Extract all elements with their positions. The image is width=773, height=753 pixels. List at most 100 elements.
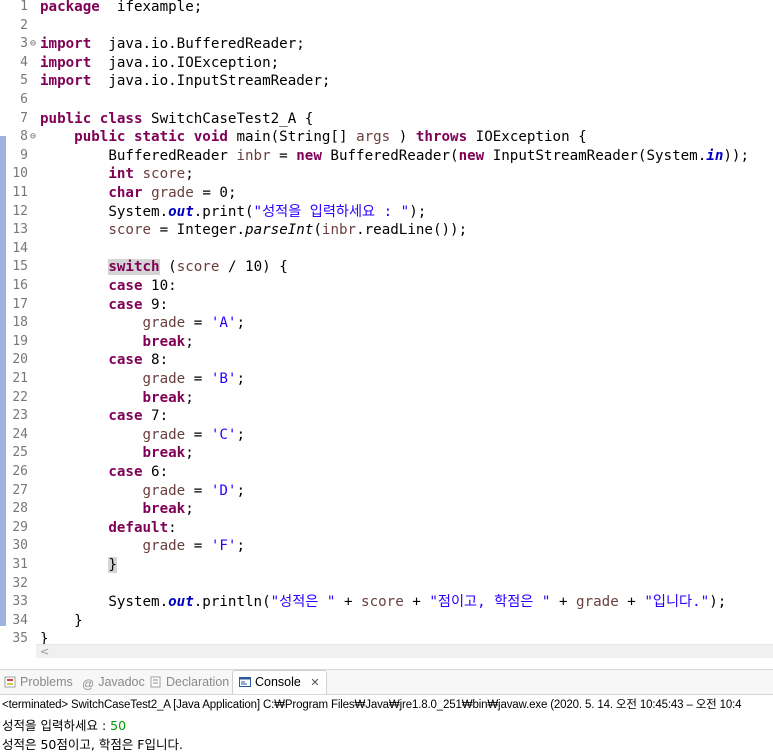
code-token: grade <box>142 482 186 499</box>
line-number: 19 <box>12 333 28 349</box>
code-token: grade <box>142 315 186 332</box>
code-text: } <box>40 556 117 575</box>
code-token: ; <box>236 538 246 555</box>
fold-toggle-icon[interactable]: ⊖ <box>28 128 38 147</box>
code-text: System.out.print("성적을 입력하세요 : "); <box>40 203 426 222</box>
code-text: break; <box>40 500 194 519</box>
code-token: 9: <box>142 296 169 313</box>
code-line: 18 grade = 'A'; <box>0 314 773 333</box>
code-token: java.io.BufferedReader; <box>91 36 305 53</box>
code-line: 22 break; <box>0 389 773 408</box>
code-token: + <box>550 594 577 611</box>
code-text: System.out.println("성적은 " + score + "점이고… <box>40 593 726 612</box>
code-token: ifexample; <box>99 0 203 15</box>
scroll-left-icon[interactable]: < <box>40 645 49 658</box>
line-number: 25 <box>12 445 28 461</box>
code-token: = <box>185 482 211 499</box>
code-token: grade <box>576 594 619 611</box>
tab-javadoc[interactable]: @ Javadoc <box>82 674 145 691</box>
fold-toggle-icon[interactable]: ⊖ <box>28 35 38 54</box>
tab-declaration[interactable]: Declaration <box>150 674 229 690</box>
line-number: 13 <box>12 222 28 238</box>
line-number: 34 <box>12 612 28 628</box>
code-token: 'F' <box>210 538 237 555</box>
close-icon[interactable]: ✕ <box>310 677 319 689</box>
code-token: int <box>108 166 134 183</box>
code-token: 'D' <box>210 482 237 499</box>
code-line: 2 <box>0 17 773 36</box>
code-token: ; <box>236 426 246 443</box>
code-token: ; <box>185 445 194 462</box>
code-line: 14 <box>0 240 773 259</box>
code-token: ; <box>185 166 194 183</box>
code-line: 34 } <box>0 612 773 631</box>
code-token: = <box>270 147 297 164</box>
code-token: java.io.IOException; <box>91 54 280 71</box>
horizontal-scrollbar[interactable] <box>36 644 773 658</box>
code-token: 10: <box>142 278 177 294</box>
code-line: 6 <box>0 91 773 110</box>
code-token: 'B' <box>210 371 237 387</box>
code-line: 24 grade = 'C'; <box>0 426 773 445</box>
code-text: break; <box>40 333 194 352</box>
code-token: grade <box>142 538 186 555</box>
code-text: grade = 'A'; <box>40 314 246 333</box>
code-token: out <box>168 203 194 220</box>
code-token: ; <box>185 501 194 518</box>
line-number: 33 <box>12 594 28 610</box>
code-editor[interactable]: 1 package ifexample; 2 3 ⊖ import java.io.Buf… <box>0 0 773 658</box>
code-token: / 10) { <box>219 259 288 276</box>
code-token: ; <box>236 371 246 387</box>
line-number: 29 <box>12 519 28 535</box>
code-text: grade = 'D'; <box>40 482 246 501</box>
line-number: 28 <box>12 501 28 517</box>
code-token: args <box>356 129 391 146</box>
code-token: default <box>108 519 169 536</box>
code-token: System. <box>40 594 169 611</box>
code-token: new <box>458 147 485 164</box>
line-number: 26 <box>12 464 28 479</box>
code-text: score = Integer.parseInt(inbr.readLine()… <box>40 221 467 240</box>
panel-tabs: Problems @ Javadoc Declaration Console ✕ <box>0 670 773 695</box>
code-line: 15 switch (score / 10) { <box>0 258 773 277</box>
code-text: int score; <box>40 165 194 184</box>
code-line: 19 break; <box>0 333 773 352</box>
tab-console[interactable]: Console ✕ <box>232 670 327 694</box>
code-text: grade = 'F'; <box>40 537 246 556</box>
line-number: 23 <box>12 408 28 424</box>
problems-icon <box>4 676 16 688</box>
code-token: + <box>618 594 645 611</box>
tab-problems[interactable]: Problems <box>4 674 73 690</box>
code-token: inbr <box>236 147 271 164</box>
code-line: 10 int score; <box>0 165 773 184</box>
code-token: ( <box>313 222 322 239</box>
line-number: 3 <box>20 36 28 52</box>
code-line: 16 case 10: <box>0 277 773 296</box>
code-token: ; <box>236 315 246 332</box>
code-line: 11 char grade = 0; <box>0 184 773 203</box>
code-token: score <box>361 594 404 611</box>
line-number: 24 <box>12 426 28 442</box>
code-token: inbr <box>321 222 357 239</box>
line-number: 30 <box>12 538 28 554</box>
code-line: 5 import java.io.InputStreamReader; <box>0 72 773 91</box>
code-text: } <box>40 612 83 631</box>
code-line: 31 } <box>0 556 773 575</box>
console-input: 50 <box>110 718 127 733</box>
code-line: 13 score = Integer.parseInt(inbr.readLin… <box>0 221 773 240</box>
code-text: BufferedReader inbr = new BufferedReader… <box>40 147 749 166</box>
code-token: case <box>108 278 143 294</box>
code-token: ( <box>159 259 177 276</box>
code-token: grade <box>142 371 186 387</box>
line-number: 27 <box>12 482 28 498</box>
